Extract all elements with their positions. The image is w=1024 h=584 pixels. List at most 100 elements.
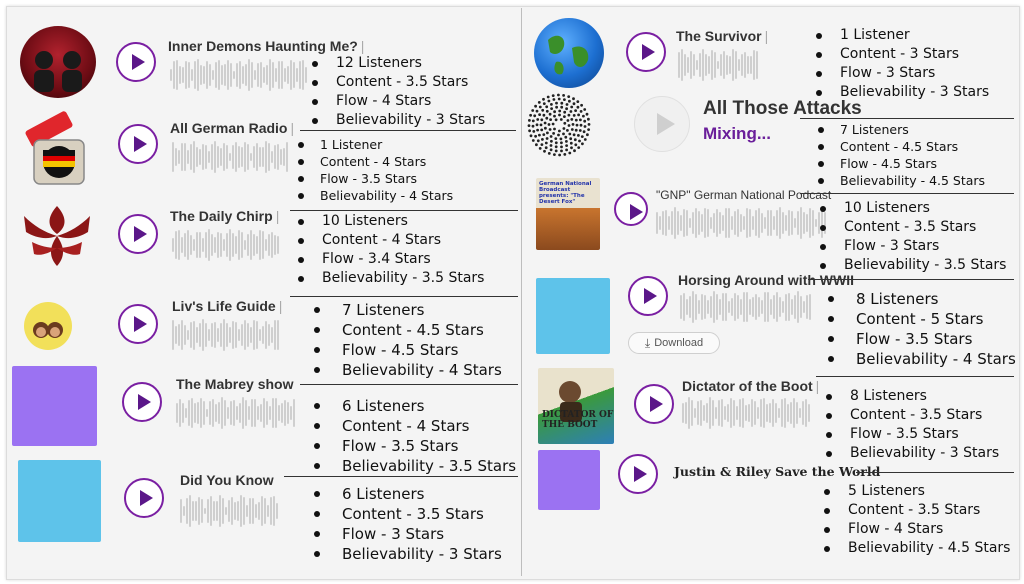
waveform-bar (806, 294, 808, 320)
pattern-dot (545, 137, 549, 140)
waveform-bar (209, 400, 211, 425)
play-button[interactable] (628, 276, 668, 316)
waveform-bar (218, 401, 220, 425)
waveform-bar (179, 399, 181, 427)
waveform-bar (192, 500, 194, 522)
waveform-bar (665, 210, 667, 236)
waveform-bar (274, 235, 276, 255)
waveform-bar (221, 65, 223, 85)
play-button[interactable] (614, 192, 648, 226)
waveform[interactable] (170, 58, 310, 92)
waveform-bar (217, 231, 219, 259)
waveform-bar (707, 300, 709, 314)
play-button[interactable] (634, 96, 690, 152)
play-button[interactable] (118, 124, 158, 164)
waveform[interactable] (180, 494, 280, 528)
pattern-dot (559, 137, 563, 141)
waveform-bar (232, 321, 234, 349)
pattern-dot (571, 123, 575, 126)
waveform-bar (725, 293, 727, 321)
waveform[interactable] (682, 396, 812, 430)
waveform-bar (737, 295, 739, 319)
dots-pattern (527, 93, 591, 157)
waveform-bar (692, 291, 694, 323)
waveform-bar (199, 323, 201, 347)
waveform[interactable] (172, 140, 290, 174)
play-button[interactable] (626, 32, 666, 72)
waveform-bar (764, 216, 766, 230)
stats-list: 12 Listeners Content - 3.5 Stars Flow - … (310, 54, 485, 130)
content-rating: Content - 3 Stars (814, 45, 989, 64)
waveform-bar (278, 61, 280, 89)
waveform[interactable] (172, 318, 282, 352)
pattern-dot (563, 98, 566, 101)
waveform-bar (258, 501, 260, 521)
waveform-bar (731, 297, 733, 317)
play-button[interactable] (618, 454, 658, 494)
pattern-dot (559, 118, 563, 121)
waveform[interactable] (678, 48, 760, 82)
pattern-dot (574, 143, 578, 147)
content-rating: Content - 4 Stars (296, 153, 453, 170)
pattern-dot (539, 123, 543, 127)
waveform-bar (275, 68, 277, 82)
waveform-bar (749, 299, 751, 315)
content-rating: Content - 3.5 Stars (822, 501, 1010, 520)
play-button[interactable] (118, 214, 158, 254)
pattern-dot (567, 95, 571, 98)
waveform-bar (271, 326, 273, 344)
play-button[interactable] (116, 42, 156, 82)
waveform-bar (770, 298, 772, 316)
play-button[interactable] (634, 384, 674, 424)
pattern-dot (558, 109, 562, 113)
pattern-dot (572, 114, 576, 117)
flow-rating: Flow - 3 Stars (818, 237, 1006, 256)
waveform-bar (733, 399, 735, 427)
waveform-bar (176, 403, 178, 423)
waveform[interactable] (680, 290, 812, 324)
waveform-bar (797, 210, 799, 236)
episode-title: All Those Attacks (703, 98, 862, 119)
waveform-bar (259, 229, 261, 261)
radio-icon (25, 111, 85, 185)
waveform-bar (251, 399, 253, 427)
pattern-dot (580, 103, 583, 107)
waveform-bar (208, 328, 210, 342)
waveform-bar (201, 499, 203, 523)
waveform-bar (195, 501, 197, 521)
waveform-bar (184, 143, 186, 171)
stats-list: 5 Listeners Content - 3.5 Stars Flow - 4… (822, 482, 1010, 558)
waveform-bar (212, 398, 214, 428)
pattern-dot (551, 94, 555, 97)
waveform-bar (268, 143, 270, 171)
waveform-bar (193, 238, 195, 252)
waveform-bar (699, 52, 701, 78)
waveform-bar (225, 506, 227, 516)
waveform-bar (204, 507, 206, 515)
pattern-dot (577, 113, 580, 117)
waveform-bar (763, 397, 765, 429)
pattern-dot (566, 129, 569, 132)
avatar-faces (33, 322, 63, 338)
listeners-count: 7 Listeners (816, 121, 985, 138)
play-button[interactable] (122, 382, 162, 422)
waveform[interactable] (172, 228, 282, 262)
believability-rating: Believability - 3 Stars (310, 111, 485, 130)
waveform-bar (284, 399, 286, 427)
pattern-dot (531, 109, 535, 112)
waveform-bar (283, 148, 285, 166)
waveform-bar (702, 49, 704, 81)
waveform[interactable] (656, 206, 828, 240)
waveform-bar (190, 321, 192, 349)
waveform-bar (755, 210, 757, 236)
pattern-dot (557, 97, 561, 101)
download-button[interactable]: ⤓ Download (628, 332, 720, 354)
play-button[interactable] (118, 304, 158, 344)
play-button[interactable] (124, 478, 164, 518)
waveform-bar (743, 215, 745, 231)
pattern-dot (547, 99, 551, 103)
content-rating: Content - 3.5 Stars (824, 406, 999, 425)
waveform-bar (696, 59, 698, 71)
pattern-dot (554, 118, 558, 122)
waveform[interactable] (176, 396, 296, 430)
